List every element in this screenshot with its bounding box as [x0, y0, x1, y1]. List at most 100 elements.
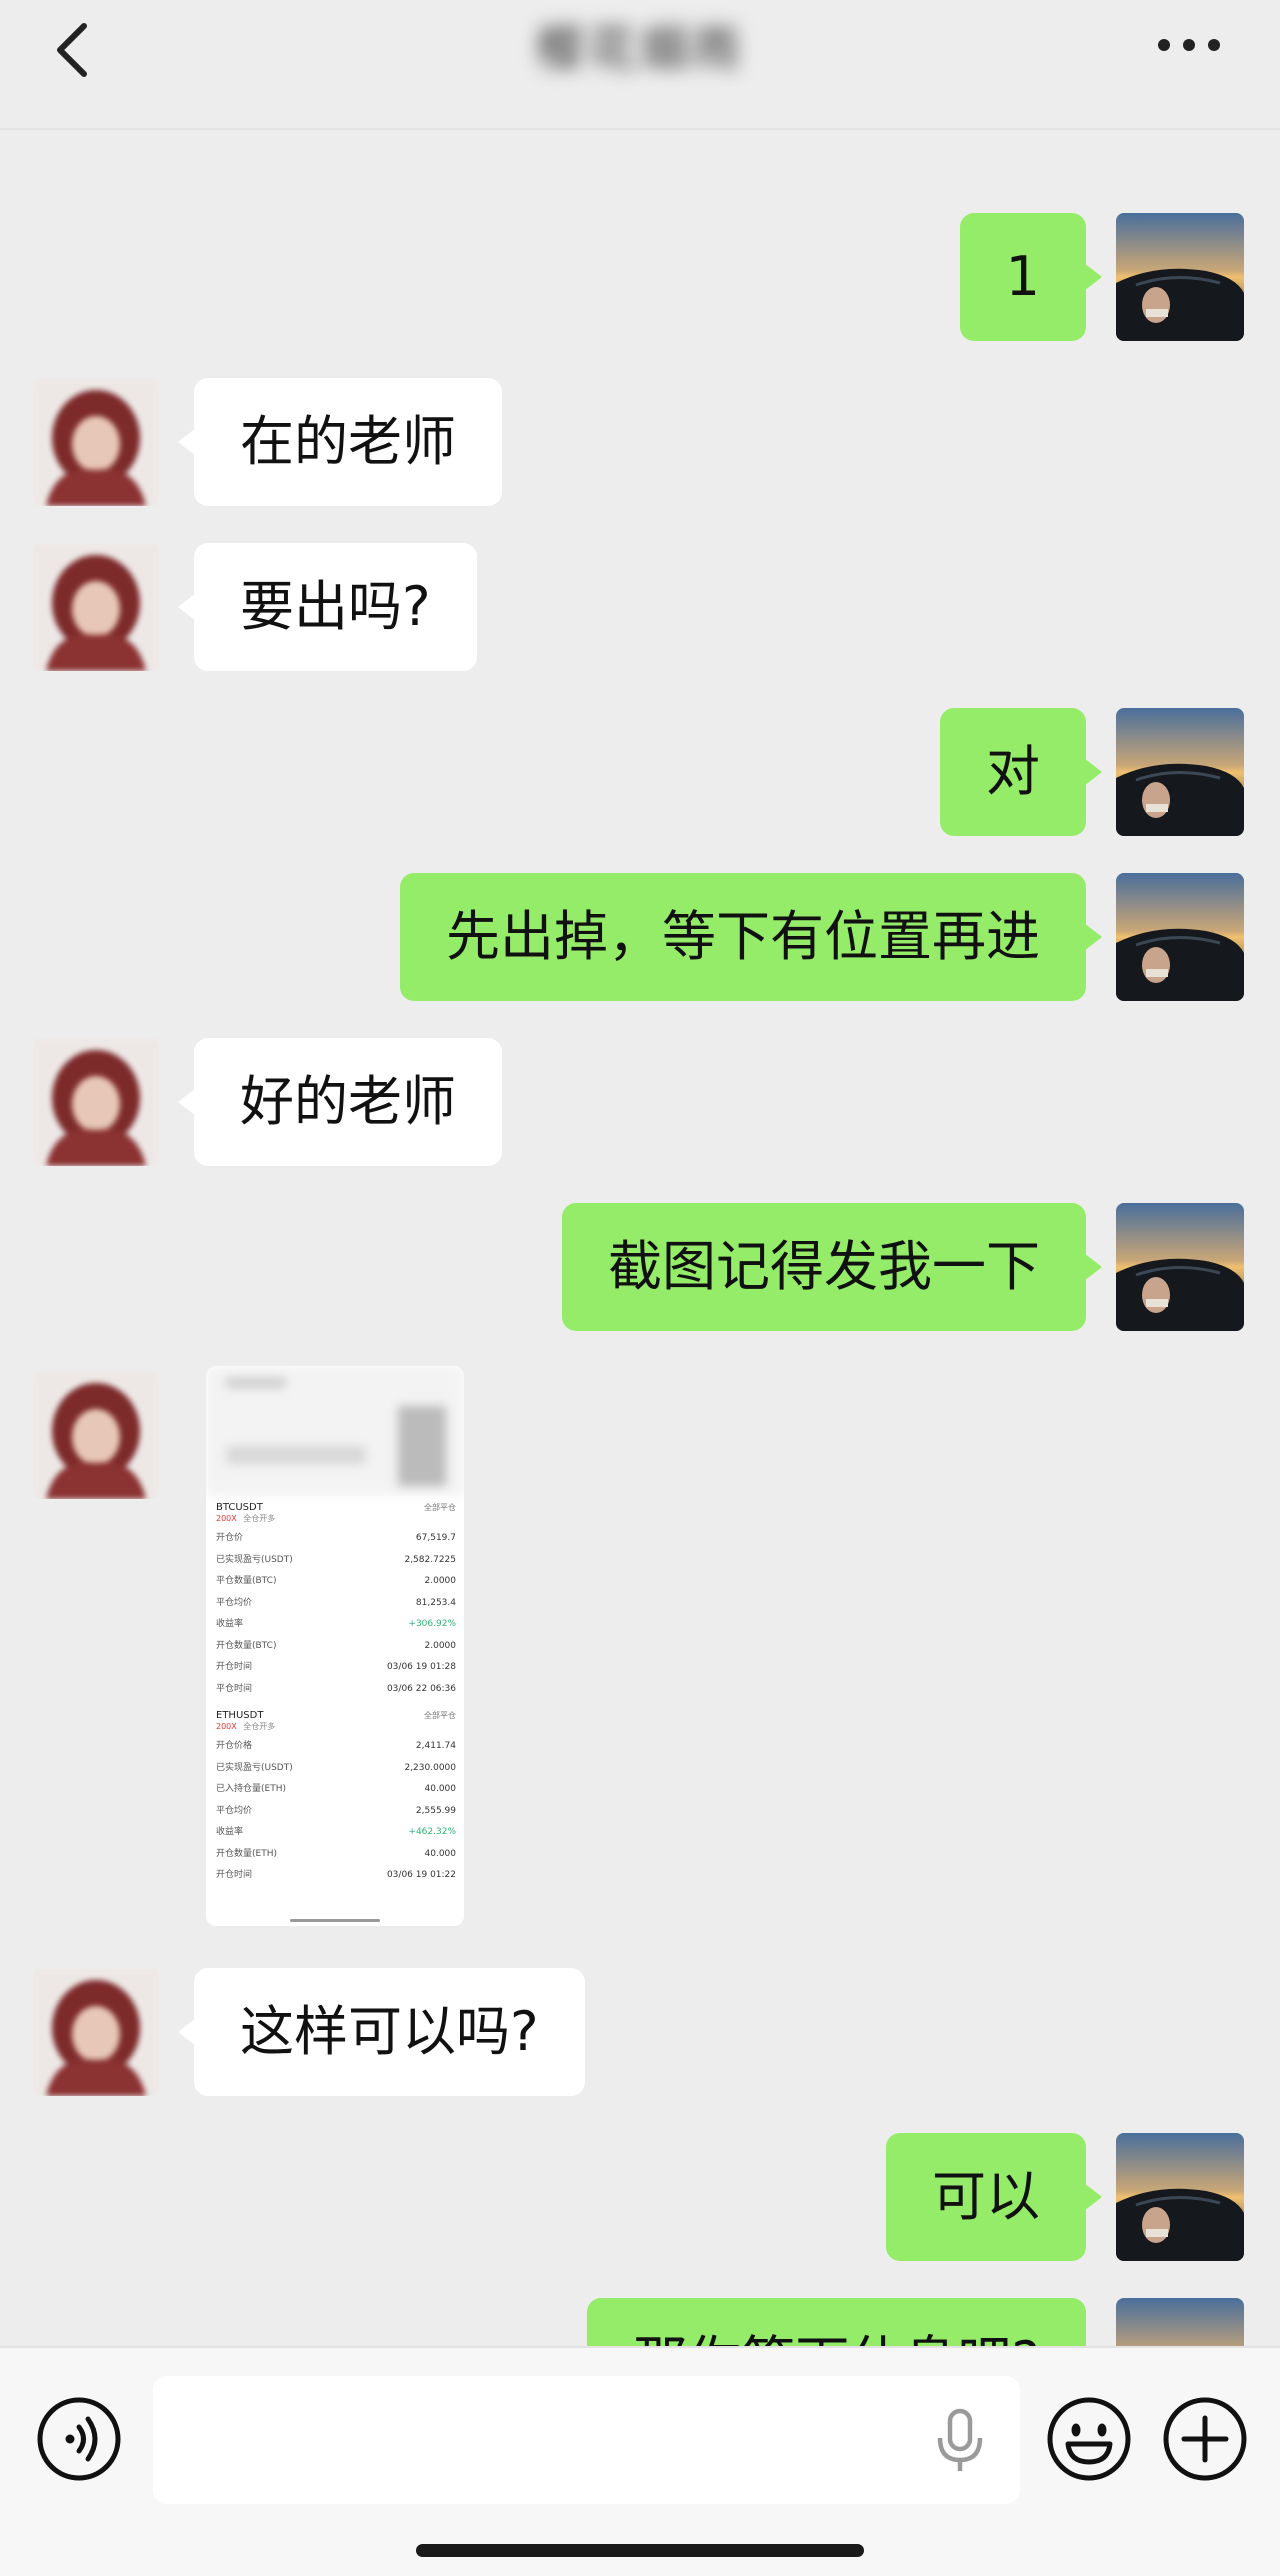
position-row-label: 收益率	[216, 1619, 244, 1629]
chat-screen: 樱花烟雨 1 在的老师 要出吗? 对 先出掉，等下有位置再进 好的老师 截图记得…	[0, 0, 1280, 2576]
message-input[interactable]	[153, 2376, 1020, 2504]
voice-button[interactable]	[36, 2396, 122, 2482]
avatar-other[interactable]	[32, 378, 160, 506]
car-photo-icon	[1116, 2298, 1244, 2346]
back-button[interactable]	[40, 12, 110, 82]
position-row-label: 已实现盈亏(USDT)	[216, 1554, 293, 1565]
position-symbol: ETHUSDT	[216, 1710, 264, 1721]
position-row: 平仓均价 2,555.99	[216, 1801, 456, 1823]
leverage-badge: 200X	[216, 1722, 237, 1731]
position-row: 平仓数量(BTC) 2.0000	[216, 1571, 456, 1593]
message-bubble-other[interactable]: 要出吗?	[178, 543, 477, 671]
position-row-label: 收益率	[216, 1827, 244, 1837]
position-row-label: 开仓时间	[216, 1870, 253, 1880]
avatar-me[interactable]	[1116, 708, 1244, 836]
emoji-button[interactable]	[1046, 2396, 1132, 2482]
message-bubble-me[interactable]: 那你等下休息吧?	[587, 2298, 1086, 2346]
chat-header: 樱花烟雨	[0, 0, 1280, 130]
image-message[interactable]: BTCUSDT 全部平仓 200X 全仓开多 开仓价 67,519.7 已实现盈亏(…	[206, 1366, 464, 1926]
person-avatar-icon	[32, 1371, 160, 1499]
position-card: ETHUSDT 全部平仓 200X 全仓开多 开仓价格 2,411.74 已实现盈亏…	[206, 1704, 464, 1887]
position-row-label: 已实现盈亏(USDT)	[216, 1762, 293, 1773]
position-mode: 全仓开多	[243, 1722, 276, 1731]
position-row: 开仓数量(ETH) 40.000	[216, 1844, 456, 1866]
avatar-me[interactable]	[1116, 2133, 1244, 2261]
screenshot-home-bar	[290, 1919, 380, 1922]
position-row-label: 平仓均价	[216, 1805, 253, 1816]
position-rows: 开仓价格 2,411.74 已实现盈亏(USDT) 2,230.0000 已入持仓量(E…	[216, 1736, 456, 1887]
message-row: 要出吗?	[0, 543, 1280, 671]
car-photo-icon	[1116, 213, 1244, 341]
position-row-value: +462.32%	[408, 1827, 456, 1837]
position-row-value: 2,411.74	[415, 1741, 456, 1751]
position-symbol: BTCUSDT	[216, 1502, 263, 1513]
position-row: 开仓时间 03/06 19 01:22	[216, 1865, 456, 1887]
message-row: 截图记得发我一下	[0, 1203, 1280, 1331]
person-avatar-icon	[32, 378, 160, 506]
avatar-me[interactable]	[1116, 213, 1244, 341]
screenshot-header-blurred	[206, 1366, 464, 1496]
position-row-value: 03/06 19 01:22	[386, 1870, 456, 1880]
position-row: 平仓均价 81,253.4	[216, 1593, 456, 1615]
more-functions-button[interactable]	[1162, 2396, 1248, 2482]
car-photo-icon	[1116, 708, 1244, 836]
message-bubble-other[interactable]: 在的老师	[178, 378, 502, 506]
position-row: 已实现盈亏(USDT) 2,582.7225	[216, 1550, 456, 1572]
message-row: 对	[0, 708, 1280, 836]
voice-input-icon	[37, 2397, 121, 2481]
position-row-label: 开仓数量(BTC)	[216, 1640, 277, 1651]
message-row: 1	[0, 213, 1280, 341]
position-row-value: 2,582.7225	[404, 1554, 456, 1565]
message-bubble-me[interactable]: 先出掉，等下有位置再进	[400, 873, 1102, 1001]
position-row: 开仓价 67,519.7	[216, 1528, 456, 1550]
emoji-icon	[1047, 2397, 1131, 2481]
person-avatar-icon	[32, 543, 160, 671]
avatar-me[interactable]	[1116, 873, 1244, 1001]
position-row-value: 40.000	[424, 1784, 457, 1794]
chat-title: 樱花烟雨	[535, 21, 744, 77]
more-button[interactable]	[1154, 20, 1224, 70]
position-row-label: 开仓价	[216, 1533, 244, 1543]
position-row: 开仓时间 03/06 19 01:28	[216, 1657, 456, 1679]
position-row: 收益率 +462.32%	[216, 1822, 456, 1844]
position-row-value: 2,555.99	[415, 1805, 456, 1816]
position-row-value: 2.0000	[424, 1576, 457, 1586]
avatar-other[interactable]	[32, 543, 160, 671]
message-row: 先出掉，等下有位置再进	[0, 873, 1280, 1001]
position-mode: 全仓开多	[243, 1514, 276, 1523]
car-photo-icon	[1116, 873, 1244, 1001]
leverage-badge: 200X	[216, 1514, 237, 1523]
person-avatar-icon	[32, 1968, 160, 2096]
car-photo-icon	[1116, 1203, 1244, 1331]
avatar-other[interactable]	[32, 1968, 160, 2096]
position-card: BTCUSDT 全部平仓 200X 全仓开多 开仓价 67,519.7 已实现盈亏(…	[206, 1496, 464, 1700]
message-row: 在的老师	[0, 378, 1280, 506]
more-dots-icon	[1158, 39, 1220, 51]
message-bubble-me[interactable]: 1	[959, 213, 1103, 341]
message-row: 好的老师	[0, 1038, 1280, 1166]
avatar-other[interactable]	[32, 1371, 160, 1499]
message-row: 可以	[0, 2133, 1280, 2261]
input-bar	[0, 2346, 1280, 2576]
message-bubble-other[interactable]: 好的老师	[178, 1038, 502, 1166]
position-row: 平仓时间 03/06 22 06:36	[216, 1679, 456, 1701]
position-row: 开仓价格 2,411.74	[216, 1736, 456, 1758]
avatar-other[interactable]	[32, 1038, 160, 1166]
avatar-me[interactable]	[1116, 2298, 1244, 2346]
message-bubble-me[interactable]: 对	[940, 708, 1102, 836]
message-bubble-me[interactable]: 截图记得发我一下	[562, 1203, 1102, 1331]
chevron-left-icon	[57, 23, 87, 77]
position-row-value: 03/06 19 01:28	[386, 1662, 456, 1672]
message-row: 这样可以吗?	[0, 1968, 1280, 2096]
position-row: 已入持仓量(ETH) 40.000	[216, 1779, 456, 1801]
plus-circle-icon	[1163, 2397, 1247, 2481]
message-bubble-me[interactable]: 可以	[886, 2133, 1102, 2261]
position-row-value: 81,253.4	[415, 1597, 456, 1608]
close-all-link: 全部平仓	[424, 1711, 456, 1720]
position-rows: 开仓价 67,519.7 已实现盈亏(USDT) 2,582.7225 平仓数量(BTC…	[216, 1528, 456, 1700]
position-row: 收益率 +306.92%	[216, 1614, 456, 1636]
message-bubble-other[interactable]: 这样可以吗?	[178, 1968, 585, 2096]
position-row-value: 40.000	[424, 1848, 457, 1859]
avatar-me[interactable]	[1116, 1203, 1244, 1331]
close-all-link: 全部平仓	[424, 1503, 456, 1512]
